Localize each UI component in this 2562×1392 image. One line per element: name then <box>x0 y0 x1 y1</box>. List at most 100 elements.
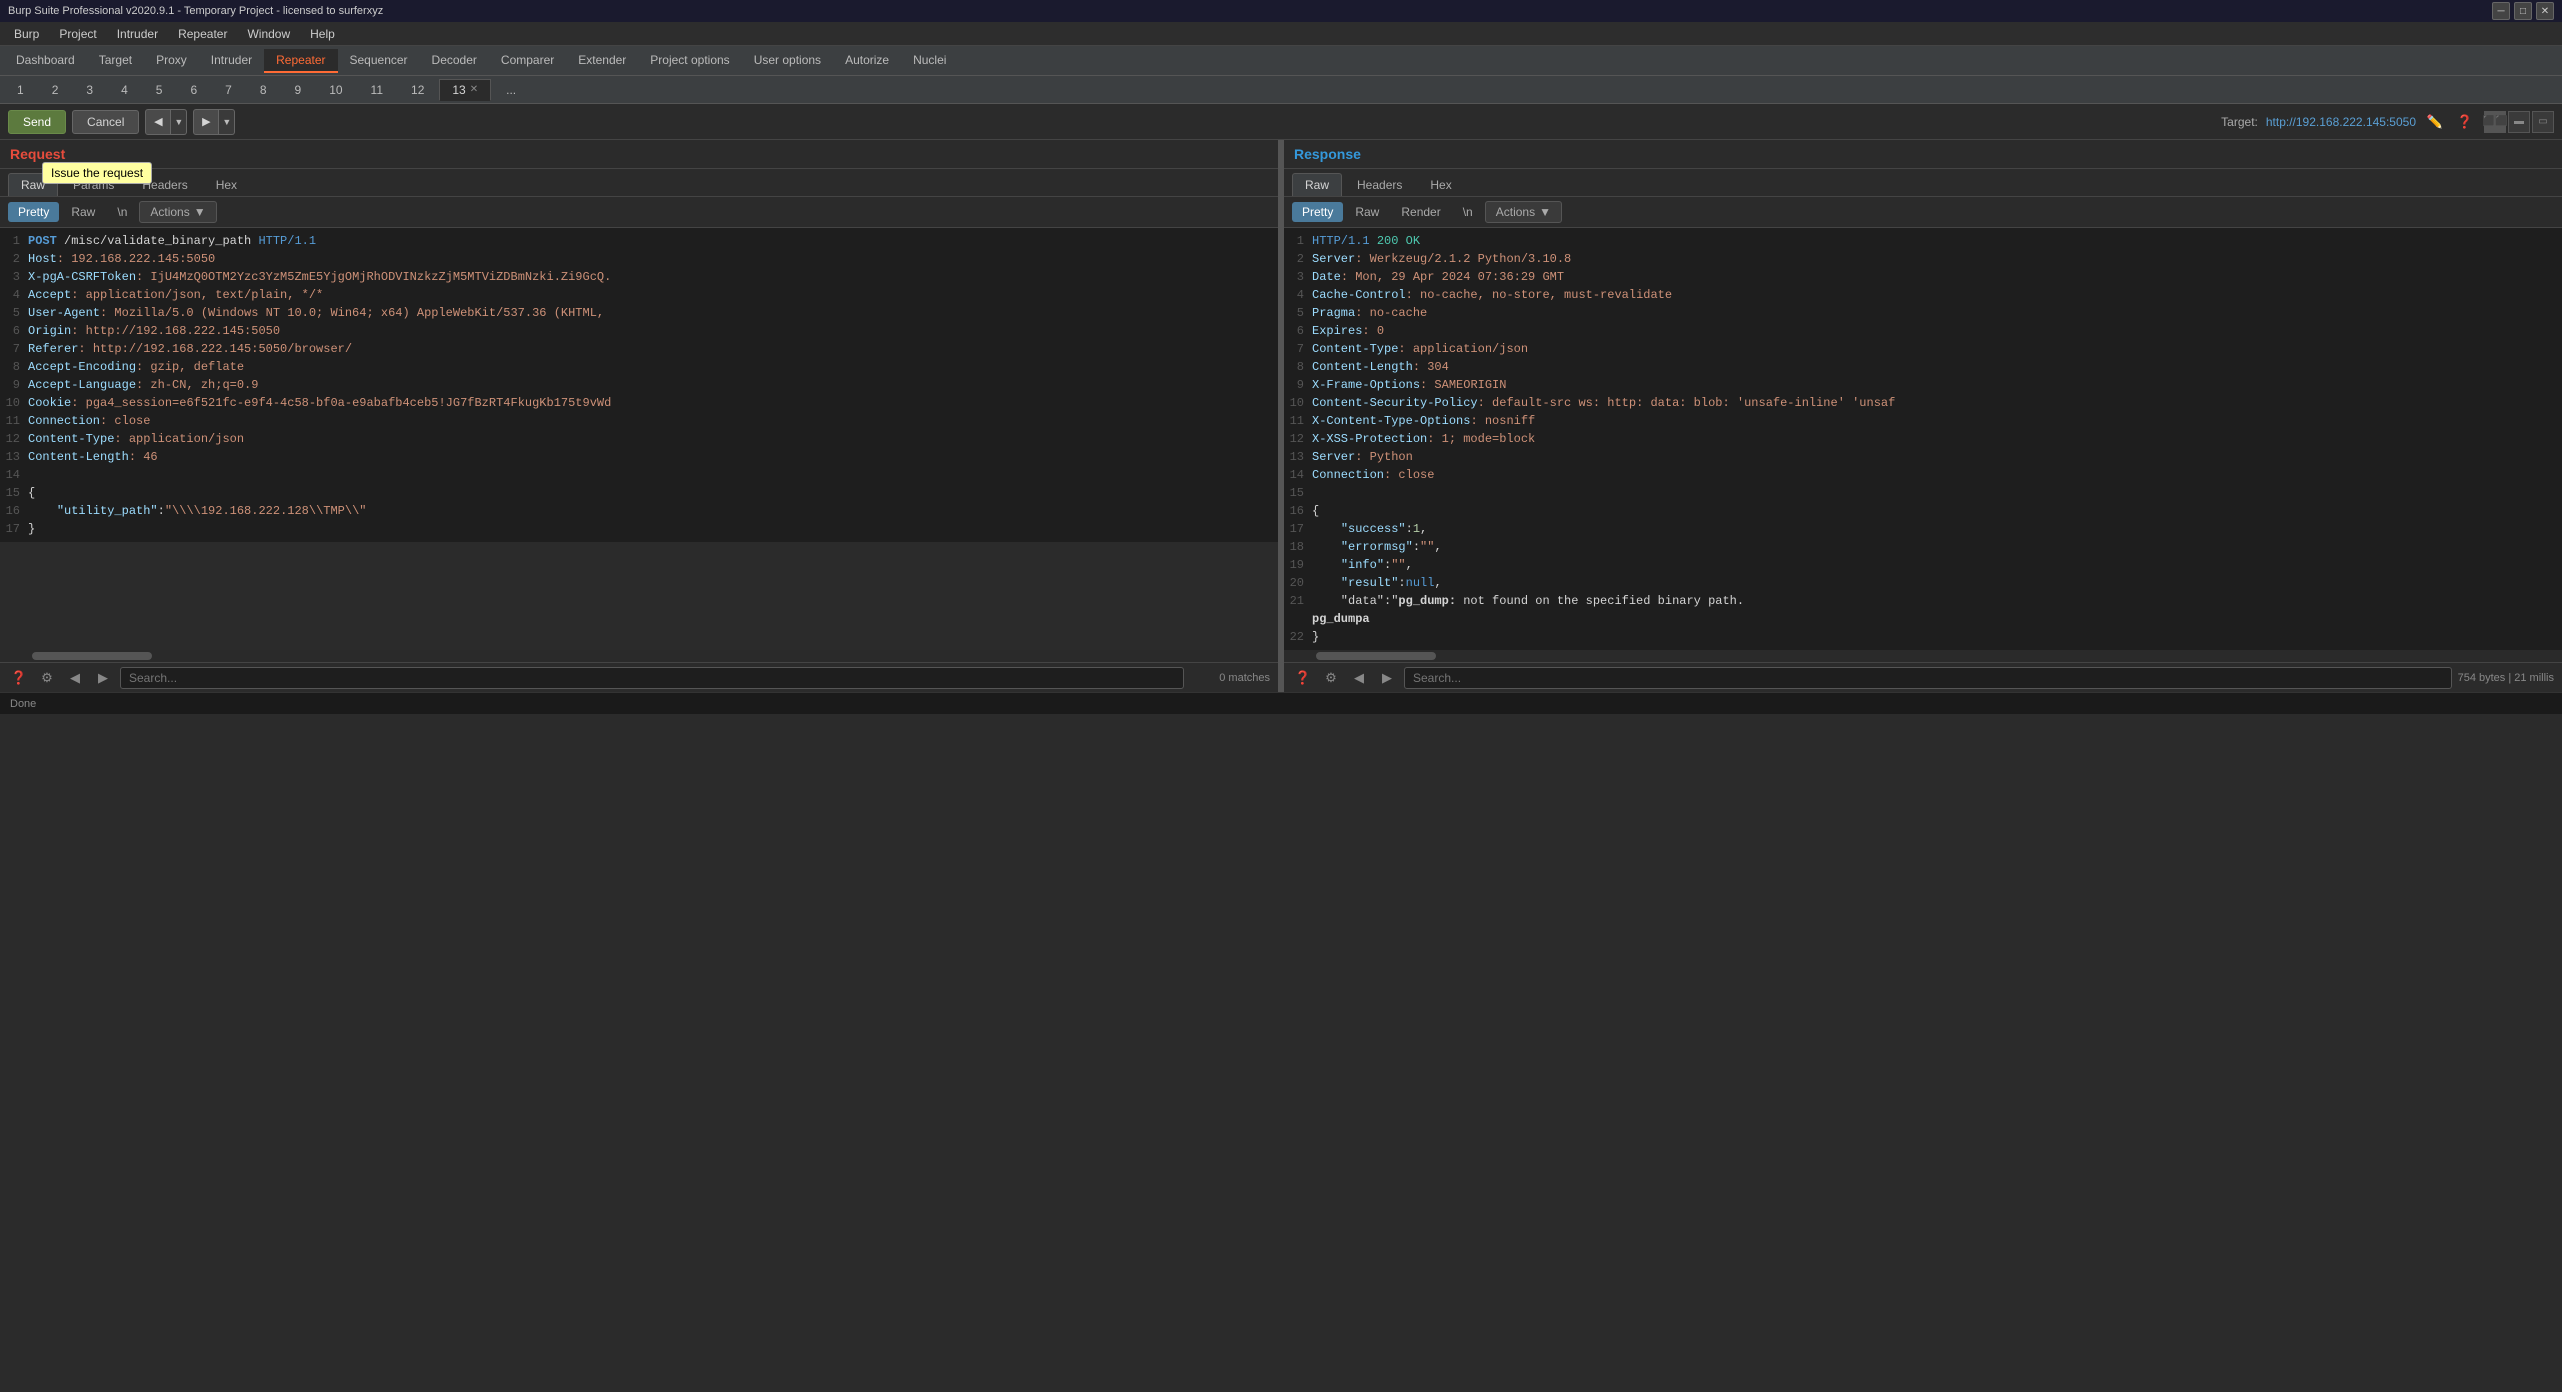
request-settings-icon[interactable]: ⚙ <box>36 667 58 689</box>
tab-dashboard[interactable]: Dashboard <box>4 49 87 73</box>
window-title: Burp Suite Professional v2020.9.1 - Temp… <box>8 5 383 17</box>
response-subtab-pretty[interactable]: Pretty <box>1292 202 1343 222</box>
code-line: 17 "success":1, <box>1284 520 2562 538</box>
tab-comparer[interactable]: Comparer <box>489 49 566 73</box>
code-line: 2Host: 192.168.222.145:5050 <box>0 250 1278 268</box>
nav-forward-button[interactable]: ▶ <box>193 109 219 135</box>
code-line: 12Content-Type: application/json <box>0 430 1278 448</box>
status-text: Done <box>10 698 36 710</box>
code-line: 4Cache-Control: no-cache, no-store, must… <box>1284 286 2562 304</box>
response-panel-title: Response <box>1284 140 2562 169</box>
menu-intruder[interactable]: Intruder <box>107 25 168 43</box>
tab-sequencer[interactable]: Sequencer <box>338 49 420 73</box>
toolbar: Send Cancel ◀ ▼ ▶ ▼ Target: http://192.1… <box>0 104 2562 140</box>
view-single-button[interactable]: ▭ <box>2532 111 2554 133</box>
menu-repeater[interactable]: Repeater <box>168 25 237 43</box>
menu-window[interactable]: Window <box>237 25 300 43</box>
view-split-h-button[interactable]: ⬛⬛ <box>2484 111 2506 133</box>
response-search-prev-icon[interactable]: ◀ <box>1348 667 1370 689</box>
request-subtab-newline[interactable]: \n <box>107 202 137 222</box>
request-code-area[interactable]: 1POST /misc/validate_binary_path HTTP/1.… <box>0 228 1278 650</box>
rep-tab-10[interactable]: 10 <box>316 79 355 101</box>
rep-tab-13[interactable]: 13 ✕ <box>439 79 491 101</box>
request-scrollbar-h-thumb <box>32 652 152 660</box>
response-subtab-render[interactable]: Render <box>1391 202 1450 222</box>
rep-tab-7[interactable]: 7 <box>212 79 245 101</box>
request-actions-button[interactable]: Actions ▼ <box>139 201 216 223</box>
response-search-input[interactable] <box>1404 667 2452 689</box>
cancel-button[interactable]: Cancel <box>72 110 139 134</box>
response-code-area[interactable]: 1HTTP/1.1 200 OK2Server: Werkzeug/2.1.2 … <box>1284 228 2562 650</box>
maximize-button[interactable]: □ <box>2514 2 2532 20</box>
tab-repeater[interactable]: Repeater <box>264 49 337 73</box>
request-search-prev-icon[interactable]: ◀ <box>64 667 86 689</box>
code-line: 12X-XSS-Protection: 1; mode=block <box>1284 430 2562 448</box>
response-help-icon[interactable]: ❓ <box>1292 667 1314 689</box>
rep-tab-11[interactable]: 11 <box>358 79 396 101</box>
edit-target-icon[interactable]: ✏️ <box>2424 111 2446 133</box>
code-line: 19 "info":"", <box>1284 556 2562 574</box>
tab-intruder[interactable]: Intruder <box>199 49 264 73</box>
request-panel-title: Request <box>0 140 1278 169</box>
tab-extender[interactable]: Extender <box>566 49 638 73</box>
rep-tab-2[interactable]: 2 <box>39 79 72 101</box>
rep-tab-5[interactable]: 5 <box>143 79 176 101</box>
top-tab-bar: Dashboard Target Proxy Intruder Repeater… <box>0 46 2562 76</box>
nav-back-dropdown[interactable]: ▼ <box>171 109 187 135</box>
help-icon[interactable]: ❓ <box>2454 111 2476 133</box>
code-line: 8Content-Length: 304 <box>1284 358 2562 376</box>
rep-tab-3[interactable]: 3 <box>73 79 106 101</box>
menu-project[interactable]: Project <box>49 25 106 43</box>
response-tab-hex[interactable]: Hex <box>1417 173 1464 196</box>
response-tab-raw[interactable]: Raw <box>1292 173 1342 196</box>
response-subtab-newline[interactable]: \n <box>1453 202 1483 222</box>
close-button[interactable]: ✕ <box>2536 2 2554 20</box>
rep-tab-4[interactable]: 4 <box>108 79 141 101</box>
nav-forward-dropdown[interactable]: ▼ <box>219 109 235 135</box>
response-search-next-icon[interactable]: ▶ <box>1376 667 1398 689</box>
request-tab-hex[interactable]: Hex <box>203 173 250 196</box>
response-tab-headers[interactable]: Headers <box>1344 173 1415 196</box>
tab-decoder[interactable]: Decoder <box>420 49 489 73</box>
request-tab-bar: Raw Params Headers Hex <box>0 169 1278 197</box>
response-scrollbar-h[interactable] <box>1284 650 2562 662</box>
tab-user-options[interactable]: User options <box>742 49 833 73</box>
rep-tab-12[interactable]: 12 <box>398 79 437 101</box>
target-info: Target: http://192.168.222.145:5050 ✏️ ❓… <box>2221 111 2554 133</box>
rep-tab-8[interactable]: 8 <box>247 79 280 101</box>
tab-proxy[interactable]: Proxy <box>144 49 199 73</box>
rep-tab-more[interactable]: ... <box>493 79 529 101</box>
request-panel: Request Raw Params Headers Hex Pretty Ra… <box>0 140 1280 692</box>
send-button[interactable]: Send <box>8 110 66 134</box>
nav-back-button[interactable]: ◀ <box>145 109 171 135</box>
response-sub-tab-bar: Pretty Raw Render \n Actions ▼ <box>1284 197 2562 228</box>
tab-target[interactable]: Target <box>87 49 144 73</box>
response-settings-icon[interactable]: ⚙ <box>1320 667 1342 689</box>
minimize-button[interactable]: ─ <box>2492 2 2510 20</box>
target-label: Target: <box>2221 115 2258 129</box>
tab-nuclei[interactable]: Nuclei <box>901 49 958 73</box>
request-tab-raw[interactable]: Raw <box>8 173 58 196</box>
request-tab-params[interactable]: Params <box>60 173 127 196</box>
request-search-next-icon[interactable]: ▶ <box>92 667 114 689</box>
request-help-icon[interactable]: ❓ <box>8 667 30 689</box>
response-subtab-raw[interactable]: Raw <box>1345 202 1389 222</box>
request-search-input[interactable] <box>120 667 1184 689</box>
tab-autorize[interactable]: Autorize <box>833 49 901 73</box>
rep-tab-6[interactable]: 6 <box>177 79 210 101</box>
menu-burp[interactable]: Burp <box>4 25 49 43</box>
view-split-v-button[interactable]: ▬ <box>2508 111 2530 133</box>
request-subtab-pretty[interactable]: Pretty <box>8 202 59 222</box>
code-line: 2Server: Werkzeug/2.1.2 Python/3.10.8 <box>1284 250 2562 268</box>
response-actions-button[interactable]: Actions ▼ <box>1485 201 1562 223</box>
code-line: 16{ <box>1284 502 2562 520</box>
code-line: 7Content-Type: application/json <box>1284 340 2562 358</box>
rep-tab-9[interactable]: 9 <box>282 79 315 101</box>
request-tab-headers[interactable]: Headers <box>129 173 200 196</box>
tab-project-options[interactable]: Project options <box>638 49 741 73</box>
request-subtab-raw[interactable]: Raw <box>61 202 105 222</box>
request-scrollbar-h[interactable] <box>0 650 1278 662</box>
request-code-wrapper: 1POST /misc/validate_binary_path HTTP/1.… <box>0 228 1278 662</box>
menu-help[interactable]: Help <box>300 25 345 43</box>
rep-tab-1[interactable]: 1 <box>4 79 37 101</box>
